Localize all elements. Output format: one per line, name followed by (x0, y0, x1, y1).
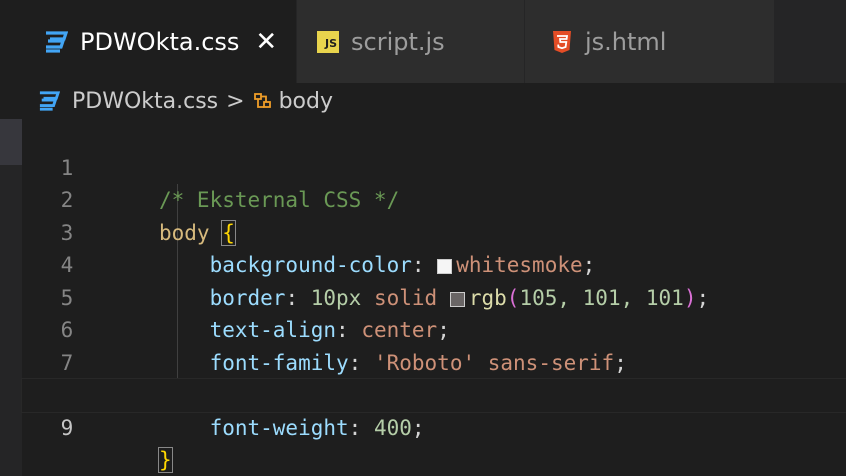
tab-js-html[interactable]: js.html (525, 0, 775, 83)
editor-window: PDWOkta.css ✕ JS script.js js.html PDWOk… (0, 0, 846, 476)
tab-bar: PDWOkta.css ✕ JS script.js js.html (0, 0, 846, 83)
js-file-icon: JS (317, 30, 339, 53)
code-line[interactable]: 7 font-size: 20px; (22, 314, 846, 408)
symbol-class-icon (253, 91, 273, 111)
line-number: 9 (60, 415, 74, 440)
breadcrumb-separator: > (226, 88, 245, 114)
code-line[interactable]: 3 background-color: whitesmoke; (22, 184, 846, 278)
close-icon[interactable]: ✕ (255, 29, 277, 55)
css-property: font-weight (209, 415, 349, 440)
code-line[interactable]: 6 font-family: 'Roboto' sans-serif; (22, 282, 846, 375)
code-line[interactable]: 1 /* Eksternal CSS */ (22, 119, 846, 213)
code-line[interactable]: 8 font-weight: 400; (22, 347, 846, 440)
code-line-current[interactable]: 9 } (21, 378, 846, 473)
code-line[interactable]: 5 text-align: center; (22, 249, 846, 343)
breadcrumb-file[interactable]: PDWOkta.css (72, 89, 218, 114)
tab-label: script.js (351, 27, 445, 56)
close-brace: } (158, 447, 173, 473)
breadcrumb: PDWOkta.css > body (0, 83, 846, 119)
tab-script-js[interactable]: JS script.js (297, 0, 525, 83)
tab-pdwokta-css[interactable]: PDWOkta.css ✕ (0, 0, 297, 83)
breadcrumb-symbol[interactable]: body (279, 89, 333, 114)
activity-strip (0, 119, 22, 476)
css-number: 400 (373, 415, 412, 440)
code-editor[interactable]: 1 /* Eksternal CSS */ 2 body { 3 backgro… (21, 119, 846, 476)
css-file-icon (44, 30, 68, 53)
html-file-icon (551, 30, 573, 54)
code-line[interactable]: 4 border: 10px solid rgb(105, 101, 101); (22, 217, 846, 310)
tab-label: js.html (585, 27, 667, 56)
tab-label: PDWOkta.css (80, 27, 240, 56)
strip-highlight (0, 119, 22, 165)
code-line[interactable]: 2 body { (22, 152, 846, 246)
css-file-icon (38, 91, 60, 111)
